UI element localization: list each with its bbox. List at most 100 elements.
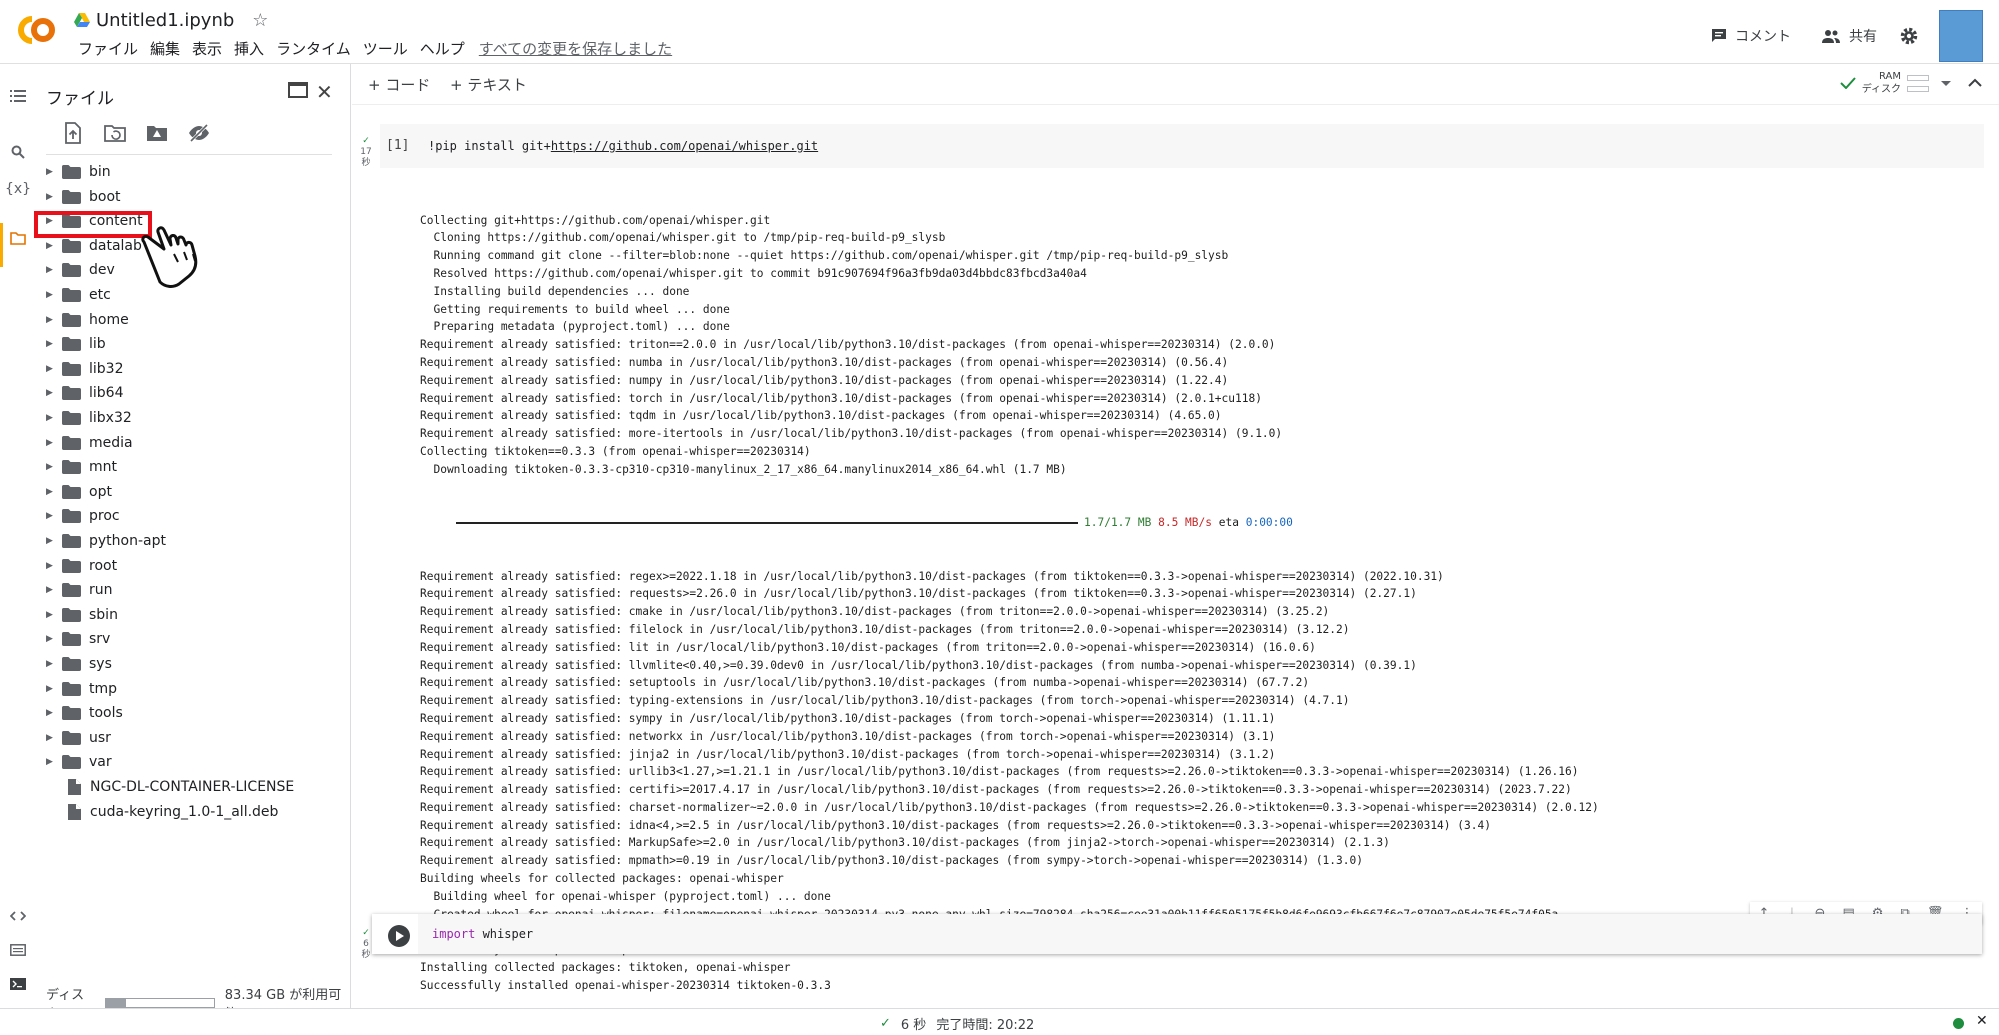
expand-arrow-icon[interactable]: ▶	[46, 413, 56, 423]
folder-item-lib64[interactable]: ▶ lib64	[36, 382, 123, 404]
execution-status[interactable]: ✓ 6 秒 完了時間: 20:22	[880, 1014, 1034, 1033]
expand-arrow-icon[interactable]: ▶	[46, 364, 56, 374]
menu-edit[interactable]: 編集	[144, 38, 186, 59]
expand-arrow-icon[interactable]: ▶	[46, 167, 56, 177]
variables-icon[interactable]: {x}	[5, 179, 31, 199]
cell-input[interactable]: [1] !pip install git+https://github.com/…	[380, 124, 1984, 168]
cell-code[interactable]: import whisper	[432, 927, 533, 941]
folder-item-srv[interactable]: ▶ srv	[36, 628, 110, 650]
folder-icon	[62, 509, 81, 524]
expand-arrow-icon[interactable]: ▶	[46, 192, 56, 202]
expand-arrow-icon[interactable]: ▶	[46, 561, 56, 571]
add-text-button[interactable]: + テキスト	[450, 74, 527, 95]
folder-item-tmp[interactable]: ▶ tmp	[36, 678, 117, 700]
folder-item-usr[interactable]: ▶ usr	[36, 727, 111, 749]
expand-arrow-icon[interactable]: ▶	[46, 290, 56, 300]
expand-arrow-icon[interactable]: ▶	[46, 684, 56, 694]
expand-arrow-icon[interactable]: ▶	[46, 536, 56, 546]
expand-arrow-icon[interactable]: ▶	[46, 438, 56, 448]
comment-button[interactable]: コメント	[1703, 26, 1799, 46]
code-keyword: import	[432, 927, 476, 941]
dropdown-arrow-icon[interactable]	[1935, 78, 1957, 88]
star-icon[interactable]: ☆	[252, 10, 268, 31]
folder-item-proc[interactable]: ▶ proc	[36, 505, 120, 527]
folder-icon[interactable]	[8, 228, 28, 248]
folder-item-opt[interactable]: ▶ opt	[36, 481, 112, 503]
folder-item-var[interactable]: ▶ var	[36, 751, 112, 773]
expand-arrow-icon[interactable]: ▶	[46, 757, 56, 767]
folder-item-home[interactable]: ▶ home	[36, 309, 129, 331]
folder-item-bin[interactable]: ▶ bin	[36, 161, 111, 183]
menu-file[interactable]: ファイル	[72, 38, 144, 59]
folder-item-etc[interactable]: ▶ etc	[36, 284, 111, 306]
search-icon[interactable]	[8, 142, 28, 162]
expand-arrow-icon[interactable]: ▶	[46, 733, 56, 743]
refresh-folder-icon[interactable]	[104, 122, 126, 144]
menu-view[interactable]: 表示	[186, 38, 228, 59]
expand-arrow-icon[interactable]: ▶	[46, 585, 56, 595]
folder-item-dev[interactable]: ▶ dev	[36, 259, 115, 281]
expand-arrow-icon[interactable]: ▶	[46, 339, 56, 349]
folder-item-sbin[interactable]: ▶ sbin	[36, 604, 118, 626]
folder-icon	[62, 583, 81, 598]
expand-arrow-icon[interactable]: ▶	[46, 241, 56, 251]
folder-item-run[interactable]: ▶ run	[36, 579, 113, 601]
folder-item-python-apt[interactable]: ▶ python-apt	[36, 530, 166, 552]
expand-arrow-icon[interactable]: ▶	[46, 708, 56, 718]
save-status[interactable]: すべての変更を保存しました	[471, 38, 672, 59]
folder-item-root[interactable]: ▶ root	[36, 555, 117, 577]
cell-input[interactable]	[418, 914, 1982, 954]
toc-icon[interactable]	[8, 86, 28, 106]
menu-help[interactable]: ヘルプ	[414, 38, 471, 59]
menu-runtime[interactable]: ランタイム	[270, 38, 357, 59]
folder-item-boot[interactable]: ▶ boot	[36, 186, 121, 208]
file-item[interactable]: NGC-DL-CONTAINER-LICENSE	[36, 776, 294, 798]
file-item[interactable]: cuda-keyring_1.0-1_all.deb	[36, 801, 278, 823]
expand-arrow-icon[interactable]: ▶	[46, 265, 56, 275]
folder-item-lib32[interactable]: ▶ lib32	[36, 358, 123, 380]
mount-drive-icon[interactable]	[146, 122, 168, 144]
user-avatar[interactable]	[1939, 10, 1983, 62]
folder-item-mnt[interactable]: ▶ mnt	[36, 456, 117, 478]
expand-arrow-icon[interactable]: ▶	[46, 610, 56, 620]
folder-item-datalab[interactable]: ▶ datalab	[36, 235, 142, 257]
cell-code[interactable]: !pip install git+https://github.com/open…	[428, 139, 818, 153]
command-palette-icon[interactable]	[8, 940, 28, 960]
expand-arrow-icon[interactable]: ▶	[46, 511, 56, 521]
upload-file-icon[interactable]	[62, 122, 84, 144]
expand-arrow-icon[interactable]: ▶	[46, 462, 56, 472]
notebook-title[interactable]: Untitled1.ipynb	[96, 10, 234, 31]
ram-bar	[1907, 74, 1929, 81]
open-in-tab-icon[interactable]	[288, 82, 308, 98]
close-status-icon[interactable]: ✕	[1976, 1013, 1988, 1029]
folder-item-libx32[interactable]: ▶ libx32	[36, 407, 132, 429]
folder-name: tmp	[89, 680, 118, 697]
hide-files-icon[interactable]	[188, 122, 210, 144]
expand-arrow-icon[interactable]: ▶	[46, 659, 56, 669]
code-url[interactable]: https://github.com/openai/whisper.git	[551, 139, 818, 153]
code-snippets-icon[interactable]	[8, 906, 28, 926]
colab-logo-icon[interactable]	[12, 10, 58, 50]
resource-monitor[interactable]: RAM ディスク	[1839, 70, 1987, 96]
code-cell-active[interactable]: ✓ 6 秒 import whisper	[352, 914, 1982, 960]
folder-item-lib[interactable]: ▶ lib	[36, 333, 106, 355]
progress-bar	[456, 522, 1078, 525]
folder-item-media[interactable]: ▶ media	[36, 432, 133, 454]
chevron-up-icon[interactable]	[1963, 76, 1987, 90]
run-cell-button[interactable]	[388, 925, 410, 947]
folder-item-sys[interactable]: ▶ sys	[36, 653, 112, 675]
expand-arrow-icon[interactable]: ▶	[46, 388, 56, 398]
close-icon[interactable]: ✕	[316, 80, 333, 104]
folder-name: datalab	[89, 237, 142, 254]
menu-insert[interactable]: 挿入	[228, 38, 270, 59]
cell-editor[interactable]: import whisper	[372, 914, 1982, 954]
share-button[interactable]: 共有	[1813, 26, 1885, 46]
settings-gear-icon[interactable]	[1899, 26, 1919, 46]
add-code-button[interactable]: + コード	[368, 74, 430, 95]
expand-arrow-icon[interactable]: ▶	[46, 487, 56, 497]
terminal-icon[interactable]	[8, 974, 28, 994]
menu-tools[interactable]: ツール	[357, 38, 414, 59]
expand-arrow-icon[interactable]: ▶	[46, 634, 56, 644]
expand-arrow-icon[interactable]: ▶	[46, 315, 56, 325]
folder-item-tools[interactable]: ▶ tools	[36, 702, 123, 724]
